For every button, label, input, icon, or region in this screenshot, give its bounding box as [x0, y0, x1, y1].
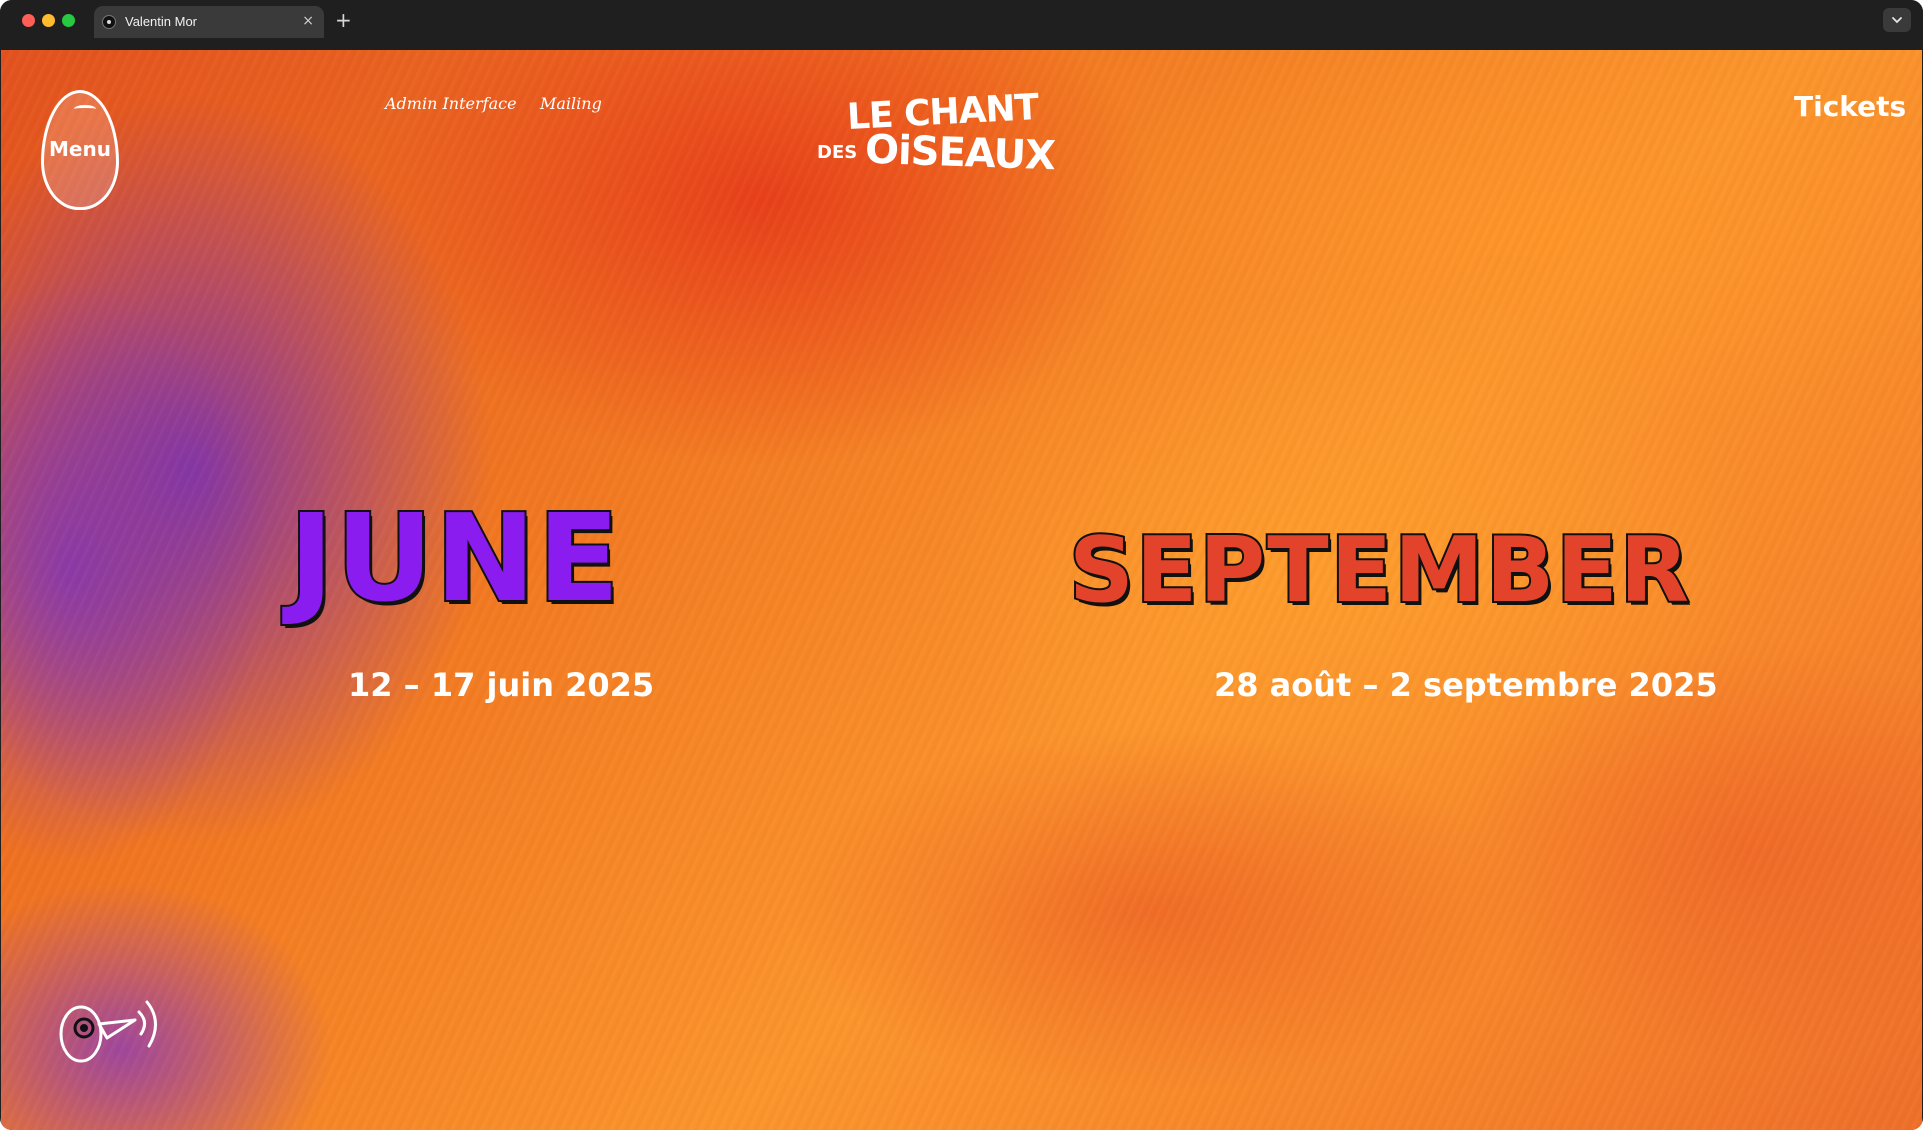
- page-viewport: Menu Admin Interface Mailing LE CHANT DE…: [1, 50, 1922, 1130]
- season-dates-september: 28 août – 2 septembre 2025: [1214, 666, 1718, 704]
- sound-bird-icon[interactable]: [55, 990, 165, 1070]
- egg-shine-decoration: [74, 105, 96, 113]
- browser-window: Valentin Mor × + Menu Admin Interface Ma…: [0, 0, 1923, 1130]
- tab-list-button[interactable]: [1883, 8, 1911, 32]
- season-title-june[interactable]: JUNE: [287, 488, 621, 631]
- site-logo[interactable]: LE CHANT DES OiSEAUX: [817, 86, 1083, 194]
- browser-tab[interactable]: Valentin Mor ×: [94, 6, 324, 38]
- close-icon[interactable]: ×: [302, 11, 314, 31]
- tab-title: Valentin Mor: [125, 14, 198, 29]
- favicon-icon: [102, 15, 116, 29]
- plus-icon[interactable]: +: [335, 8, 352, 32]
- menu-button[interactable]: Menu: [41, 90, 119, 210]
- nav-admin-interface[interactable]: Admin Interface: [385, 94, 517, 113]
- logo-line-2: DES: [817, 142, 858, 163]
- nav-mailing[interactable]: Mailing: [540, 94, 602, 113]
- season-dates-june: 12 – 17 juin 2025: [348, 666, 655, 704]
- maximize-window-button[interactable]: [62, 14, 75, 27]
- tickets-link[interactable]: Tickets: [1794, 90, 1906, 123]
- minimize-window-button[interactable]: [42, 14, 55, 27]
- close-window-button[interactable]: [22, 14, 35, 27]
- menu-label: Menu: [49, 137, 111, 161]
- browser-tab-bar: Valentin Mor × +: [0, 0, 1923, 42]
- logo-line-3: OiSEAUX: [864, 126, 1056, 180]
- chevron-down-icon: [1892, 17, 1902, 24]
- season-title-september[interactable]: SEPTEMBER: [1067, 516, 1691, 625]
